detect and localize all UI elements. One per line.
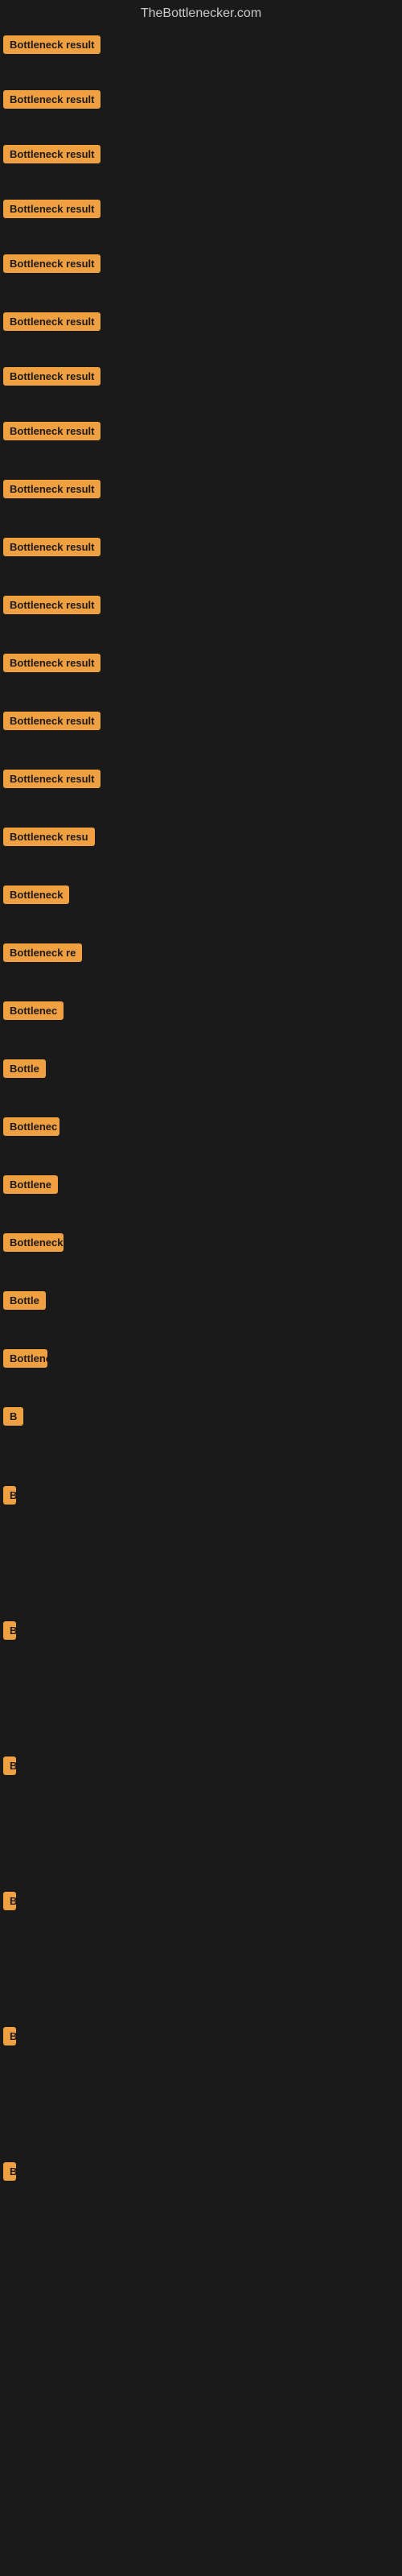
bottleneck-item-20: Bottlenec (3, 1116, 399, 1141)
bottleneck-item-16: Bottleneck (3, 884, 399, 910)
bottleneck-item-22: Bottleneck (3, 1232, 399, 1257)
bottleneck-item-21: Bottlene (3, 1174, 399, 1199)
bottleneck-badge[interactable]: Bottleneck result (3, 712, 100, 730)
bottleneck-item-4: Bottleneck result (3, 198, 399, 224)
bottleneck-badge[interactable]: B (3, 1757, 16, 1775)
bottleneck-item-15: Bottleneck resu (3, 826, 399, 852)
bottleneck-badge[interactable]: Bottlenec (3, 1001, 64, 1020)
bottleneck-item-24: Bottlenec (3, 1348, 399, 1373)
bottleneck-item-2: Bottleneck result (3, 89, 399, 114)
bottleneck-item-3: Bottleneck result (3, 143, 399, 169)
bottleneck-item-1: Bottleneck result (3, 34, 399, 60)
bottleneck-badge[interactable]: Bottleneck result (3, 422, 100, 440)
bottleneck-badge[interactable]: B (3, 1486, 16, 1505)
bottleneck-badge[interactable]: Bottleneck result (3, 538, 100, 556)
bottleneck-badge[interactable]: B (3, 1621, 16, 1640)
bottleneck-badge[interactable]: Bottleneck result (3, 367, 100, 386)
bottleneck-badge[interactable]: Bottleneck result (3, 654, 100, 672)
bottleneck-badge[interactable]: Bottleneck result (3, 312, 100, 331)
bottleneck-item-28: B (3, 1755, 399, 1781)
bottleneck-badge[interactable]: Bottlenec (3, 1117, 59, 1136)
bottleneck-item-13: Bottleneck result (3, 710, 399, 736)
bottleneck-badge[interactable]: Bottleneck result (3, 200, 100, 218)
bottleneck-badge[interactable]: Bottleneck result (3, 254, 100, 273)
bottleneck-badge[interactable]: Bottleneck re (3, 943, 82, 962)
bottleneck-item-25: B (3, 1406, 399, 1431)
bottleneck-item-6: Bottleneck result (3, 311, 399, 336)
bottleneck-badge[interactable]: Bottlenec (3, 1349, 47, 1368)
bottleneck-item-26: B (3, 1484, 399, 1510)
bottleneck-badge[interactable]: B (3, 2162, 16, 2181)
bottleneck-badge[interactable]: Bottle (3, 1059, 46, 1078)
bottleneck-item-17: Bottleneck re (3, 942, 399, 968)
bottleneck-item-8: Bottleneck result (3, 420, 399, 446)
site-header: TheBottlenecker.com (0, 0, 402, 27)
bottleneck-badge[interactable]: Bottleneck result (3, 145, 100, 163)
bottleneck-item-10: Bottleneck result (3, 536, 399, 562)
bottleneck-badge[interactable]: B (3, 1407, 23, 1426)
bottleneck-badge[interactable]: Bottleneck result (3, 596, 100, 614)
site-title: TheBottlenecker.com (0, 0, 402, 27)
bottleneck-badge[interactable]: B (3, 1892, 16, 1910)
bottleneck-badge[interactable]: Bottleneck (3, 1233, 64, 1252)
bottleneck-item-12: Bottleneck result (3, 652, 399, 678)
bottleneck-item-31: B (3, 2161, 399, 2186)
bottleneck-item-5: Bottleneck result (3, 253, 399, 279)
bottleneck-badge[interactable]: Bottleneck result (3, 35, 100, 54)
bottleneck-badge[interactable]: Bottleneck resu (3, 828, 95, 846)
bottleneck-item-18: Bottlenec (3, 1000, 399, 1026)
bottleneck-item-23: Bottle (3, 1290, 399, 1315)
bottleneck-badge[interactable]: B (3, 2027, 16, 2046)
bottleneck-badge[interactable]: Bottleneck result (3, 90, 100, 109)
bottleneck-item-30: B (3, 2025, 399, 2051)
bottleneck-item-29: B (3, 1890, 399, 1916)
bottleneck-badge[interactable]: Bottleneck (3, 886, 69, 904)
bottleneck-badge[interactable]: Bottlene (3, 1175, 58, 1194)
bottleneck-item-14: Bottleneck result (3, 768, 399, 794)
bottleneck-item-7: Bottleneck result (3, 365, 399, 391)
bottleneck-list: Bottleneck result Bottleneck result Bottle… (0, 27, 402, 2198)
bottleneck-item-27: B (3, 1620, 399, 1645)
bottleneck-badge[interactable]: Bottle (3, 1291, 46, 1310)
bottleneck-item-19: Bottle (3, 1058, 399, 1084)
bottleneck-item-9: Bottleneck result (3, 478, 399, 504)
bottleneck-badge[interactable]: Bottleneck result (3, 770, 100, 788)
bottleneck-badge[interactable]: Bottleneck result (3, 480, 100, 498)
bottleneck-item-11: Bottleneck result (3, 594, 399, 620)
